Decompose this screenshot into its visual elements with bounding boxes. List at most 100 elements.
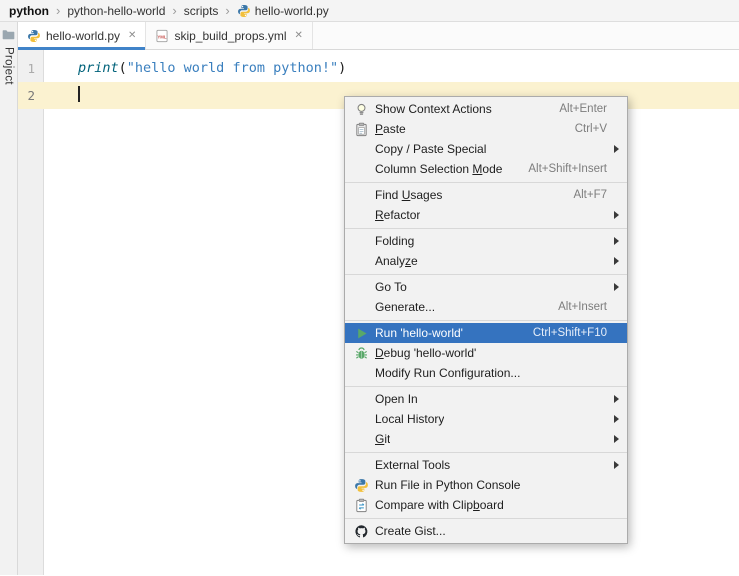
tab-hello-world-py[interactable]: hello-world.py ✕ [18, 22, 147, 50]
menu-item-copy-paste-special[interactable]: Copy / Paste Special [345, 139, 627, 159]
icon-spacer [353, 391, 370, 407]
menu-item-folding[interactable]: Folding [345, 231, 627, 251]
icon-spacer [353, 161, 370, 177]
breadcrumb: python › python-hello-world › scripts › hello-… [0, 0, 739, 22]
project-stripe-label: Project [2, 47, 15, 85]
menu-item-label: Open In [375, 392, 418, 406]
menu-item-show-context-actions[interactable]: Show Context Actions Alt+Enter [345, 99, 627, 119]
menu-shortcut: Alt+Enter [559, 103, 607, 115]
tab-close-icon[interactable]: ✕ [128, 30, 136, 41]
line-number: 2 [27, 88, 35, 103]
icon-spacer [353, 233, 370, 249]
menu-item-local-history[interactable]: Local History [345, 409, 627, 429]
menu-item-run-file-in-python-console[interactable]: Run File in Python Console [345, 475, 627, 495]
menu-item-label: Go To [375, 280, 407, 294]
menu-item-create-gist[interactable]: Create Gist... [345, 521, 627, 541]
menu-separator [345, 319, 627, 321]
menu-item-external-tools[interactable]: External Tools [345, 455, 627, 475]
menu-item-modify-run-configuration[interactable]: Modify Run Configuration... [345, 363, 627, 383]
icon-spacer [353, 299, 370, 315]
submenu-arrow-spacer [612, 363, 621, 383]
breadcrumb-separator: › [225, 3, 230, 18]
icon-spacer [353, 365, 370, 381]
submenu-arrow-spacer [612, 495, 621, 515]
breadcrumb-separator: › [172, 3, 177, 18]
tab-skip-build-props-yml[interactable]: YML skip_build_props.yml ✕ [146, 22, 313, 49]
menu-separator [345, 227, 627, 229]
menu-item-label: Git [375, 432, 391, 446]
code-text: print("hello world from python!") [78, 60, 347, 76]
submenu-arrow-spacer [612, 323, 621, 343]
menu-item-label: Create Gist... [375, 524, 446, 538]
editor-line-1: 1 print("hello world from python!") [18, 55, 739, 82]
menu-shortcut: Ctrl+Shift+F10 [532, 327, 607, 339]
tab-label: hello-world.py [46, 28, 121, 43]
icon-spacer [353, 431, 370, 447]
submenu-arrow-spacer [612, 99, 621, 119]
line-number: 1 [27, 61, 35, 76]
menu-item-column-selection-mode[interactable]: Column Selection Mode Alt+Shift+Insert [345, 159, 627, 179]
submenu-arrow-spacer [612, 297, 621, 317]
menu-item-compare-with-clipboard[interactable]: Compare with Clipboard [345, 495, 627, 515]
editor-gutter [18, 50, 44, 575]
menu-item-label: Analyze [375, 254, 418, 268]
menu-item-label: Folding [375, 234, 415, 248]
menu-shortcut: Alt+Insert [558, 301, 607, 313]
menu-item-label: Copy / Paste Special [375, 142, 487, 156]
compare-icon [353, 497, 370, 513]
caret [78, 86, 80, 102]
paste-icon [353, 121, 370, 137]
project-stripe: Project [0, 22, 18, 575]
menu-item-label: Run File in Python Console [375, 478, 521, 492]
breadcrumb-item-hello-world-py[interactable]: hello-world.py [235, 4, 331, 18]
menu-item-git[interactable]: Git [345, 429, 627, 449]
menu-item-run-hello-world[interactable]: Run 'hello-world' Ctrl+Shift+F10 [345, 323, 627, 343]
menu-item-label: External Tools [375, 458, 451, 472]
python-console-icon [353, 477, 370, 493]
menu-item-find-usages[interactable]: Find Usages Alt+F7 [345, 185, 627, 205]
python-file-icon [237, 4, 251, 18]
menu-separator [345, 517, 627, 519]
icon-spacer [353, 207, 370, 223]
submenu-arrow-icon [612, 231, 621, 251]
yaml-file-icon: YML [155, 29, 169, 43]
menu-item-refactor[interactable]: Refactor [345, 205, 627, 225]
breadcrumb-label: hello-world.py [254, 3, 329, 18]
submenu-arrow-icon [612, 251, 621, 271]
submenu-arrow-spacer [612, 119, 621, 139]
menu-item-generate[interactable]: Generate... Alt+Insert [345, 297, 627, 317]
menu-item-paste[interactable]: Paste Ctrl+V [345, 119, 627, 139]
tab-close-icon[interactable]: ✕ [295, 30, 303, 41]
debug-icon [353, 345, 370, 361]
menu-item-analyze[interactable]: Analyze [345, 251, 627, 271]
project-stripe-button[interactable]: Project [1, 27, 16, 85]
menu-separator [345, 385, 627, 387]
breadcrumb-item-python-hello-world[interactable]: python-hello-world [65, 4, 167, 18]
breadcrumb-item-scripts[interactable]: scripts [182, 4, 221, 18]
menu-item-debug-hello-world[interactable]: Debug 'hello-world' [345, 343, 627, 363]
menu-shortcut: Alt+Shift+Insert [528, 163, 607, 175]
context-menu: Show Context Actions Alt+Enter Paste Ctrl+V… [344, 96, 628, 544]
menu-item-label: Compare with Clipboard [375, 498, 504, 512]
github-icon [353, 523, 370, 539]
code-text [44, 82, 80, 109]
submenu-arrow-icon [612, 205, 621, 225]
submenu-arrow-icon [612, 277, 621, 297]
folder-icon [1, 27, 16, 42]
menu-item-label: Modify Run Configuration... [375, 366, 521, 380]
submenu-arrow-spacer [612, 343, 621, 363]
icon-spacer [353, 279, 370, 295]
menu-separator [345, 181, 627, 183]
menu-item-open-in[interactable]: Open In [345, 389, 627, 409]
run-icon [353, 325, 370, 341]
breadcrumb-item-python[interactable]: python [7, 4, 51, 18]
submenu-arrow-icon [612, 139, 621, 159]
menu-item-label: Find Usages [375, 188, 443, 202]
icon-spacer [353, 141, 370, 157]
menu-item-go-to[interactable]: Go To [345, 277, 627, 297]
icon-spacer [353, 253, 370, 269]
menu-item-label: Refactor [375, 208, 421, 222]
icon-spacer [353, 411, 370, 427]
bulb-icon [353, 101, 370, 117]
submenu-arrow-icon [612, 455, 621, 475]
